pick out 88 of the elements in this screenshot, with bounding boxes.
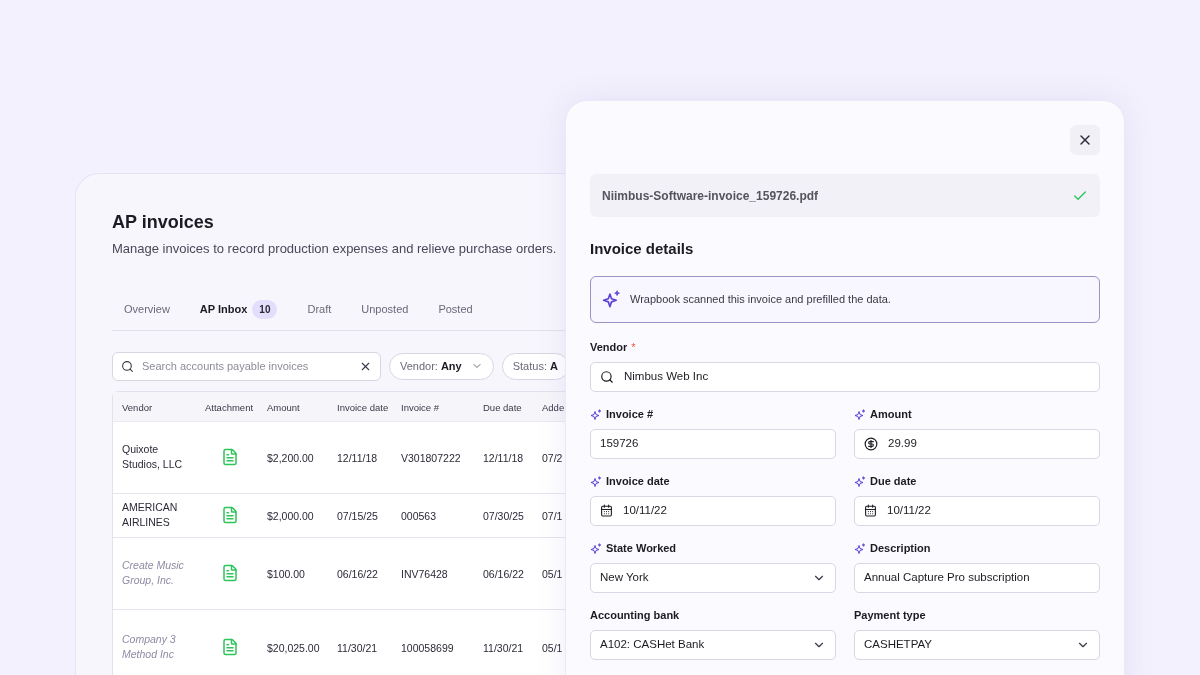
column-header: Invoice date: [337, 402, 389, 413]
column-header: Due date: [483, 402, 522, 413]
input-field[interactable]: Annual Capture Pro subscription: [854, 562, 1100, 593]
field-label: Invoice date: [606, 474, 670, 490]
table-cell: 07/15/25: [337, 510, 378, 522]
table-cell: $20,025.00: [267, 642, 320, 654]
count-badge: 10: [252, 299, 278, 319]
table-cell: 11/30/21: [483, 642, 524, 654]
table-cell: 06/16/22: [337, 568, 378, 580]
search-icon: [600, 369, 614, 384]
calendar-icon: [600, 504, 613, 517]
field-label: Payment type: [854, 608, 926, 624]
dollar-icon: [864, 436, 878, 451]
field-value: CASHETPAY: [864, 636, 932, 652]
field-value: Nimbus Web Inc: [624, 368, 709, 384]
field-value: A102: CASHet Bank: [600, 636, 705, 652]
file-name: Niimbus-Software-invoice_159726.pdf: [602, 187, 819, 205]
tab[interactable]: Overview: [112, 300, 182, 318]
notice-text: Wrapbook scanned this invoice and prefilled the data.: [630, 291, 891, 307]
table-cell: INV76428: [401, 568, 448, 580]
select-field[interactable]: New York: [590, 562, 836, 593]
table-cell: 11/30/21: [337, 642, 378, 654]
table-cell: $100.00: [267, 568, 305, 580]
filter-value: A: [549, 358, 558, 374]
select-field[interactable]: CASHETPAY: [854, 629, 1100, 660]
column-header: Invoice #: [401, 402, 440, 413]
tab[interactable]: Posted: [426, 300, 485, 318]
filter-label: Vendor:: [400, 358, 438, 374]
tab[interactable]: Unposted: [349, 300, 421, 318]
page-title: AP invoices: [112, 211, 214, 233]
input-field[interactable]: 159726: [590, 428, 836, 459]
column-header: Amount: [267, 402, 300, 413]
vendor-name: Company 3 Method Inc: [122, 632, 177, 662]
field-value: 10/11/22: [623, 502, 667, 518]
field-label: Due date: [870, 474, 917, 490]
filter-button[interactable]: Status: A: [501, 352, 565, 380]
document-icon[interactable]: [221, 506, 239, 524]
vendor-name: Create Music Group, Inc.: [122, 558, 185, 588]
tab[interactable]: Draft: [295, 300, 344, 318]
required-mark: *: [631, 340, 636, 356]
table-cell: 06/16/22: [483, 568, 524, 580]
field-label: Amount: [870, 407, 912, 423]
table-cell: V301807222: [401, 452, 461, 464]
input-field[interactable]: 29.99: [854, 428, 1100, 459]
field-value: 29.99: [888, 435, 917, 451]
close-button[interactable]: [1070, 125, 1100, 155]
vendor-name: Quixote Studios, LLC: [122, 442, 184, 472]
field-label: Vendor: [590, 340, 628, 356]
section-heading: Invoice details: [590, 239, 694, 259]
filter-label: Status:: [512, 358, 547, 374]
page-subtitle: Manage invoices to record production expenses and relieve purchase orders.: [112, 240, 557, 258]
field-value: 10/11/22: [887, 502, 931, 518]
table-cell: 05/1: [542, 642, 563, 654]
field-value: Annual Capture Pro subscription: [864, 569, 1030, 585]
document-icon[interactable]: [221, 564, 239, 582]
column-header: Vendor: [122, 402, 153, 413]
sparkle-icon: [602, 289, 621, 309]
field-value: 159726: [600, 435, 639, 451]
table-cell: 12/11/18: [483, 452, 524, 464]
field-value: New York: [600, 569, 649, 585]
filter-button[interactable]: Vendor: Any: [389, 352, 494, 380]
field-label: Invoice #: [606, 407, 654, 423]
field-label: Description: [870, 541, 931, 557]
column-header: Adde: [542, 402, 565, 413]
input-field[interactable]: Nimbus Web Inc: [590, 361, 1100, 392]
search-field[interactable]: Search accounts payable invoices: [112, 351, 381, 381]
column-header: Attachment: [205, 402, 254, 413]
field-label: Accounting bank: [590, 608, 680, 624]
table-cell: $2,200.00: [267, 452, 314, 464]
input-field[interactable]: 10/11/22: [590, 495, 836, 526]
document-icon[interactable]: [221, 638, 239, 656]
table-cell: 05/1: [542, 568, 563, 580]
filter-value: Any: [440, 358, 462, 374]
field-label: State Worked: [606, 541, 677, 557]
table-cell: 07/1: [542, 510, 563, 522]
tab[interactable]: AP Inbox 10: [187, 299, 290, 319]
table-cell: 07/2: [542, 452, 563, 464]
table-cell: 000563: [401, 510, 437, 522]
calendar-icon: [864, 504, 877, 517]
table-cell: 12/11/18: [337, 452, 378, 464]
document-icon[interactable]: [221, 448, 239, 466]
vendor-name: AMERICAN AIRLINES: [122, 500, 179, 530]
table-cell: 100058699: [401, 642, 454, 654]
table-cell: 07/30/25: [483, 510, 524, 522]
input-field[interactable]: 10/11/22: [854, 495, 1100, 526]
search-icon: [121, 359, 134, 373]
table-cell: $2,000.00: [267, 510, 314, 522]
select-field[interactable]: A102: CASHet Bank: [590, 629, 836, 660]
